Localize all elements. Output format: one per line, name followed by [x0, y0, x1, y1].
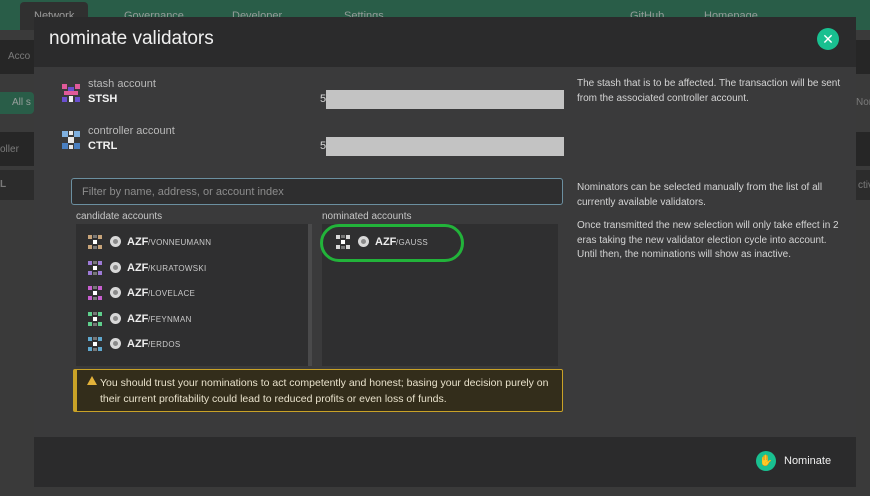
identity-icon [110, 287, 121, 298]
warning-icon [87, 376, 97, 385]
account-list-item[interactable]: AZF/ERDOS [88, 335, 288, 355]
nominators-help-text: Nominators can be selected manually from… [577, 182, 823, 208]
account-list-item[interactable]: AZF/KURATOWSKI [88, 259, 288, 279]
account-identicon [88, 235, 102, 249]
account-list-item[interactable]: AZF/FEYNMAN [88, 310, 288, 330]
candidate-list-scrollbar[interactable] [308, 224, 312, 366]
stash-address-field[interactable]: 5 [320, 90, 564, 109]
account-name-suffix: /VONNEUMANN [148, 238, 212, 247]
account-identicon [88, 311, 102, 326]
filter-input[interactable] [71, 178, 563, 205]
warning-text: You should trust your nominations to act… [100, 377, 549, 405]
account-name-suffix: /FEYNMAN [148, 314, 192, 324]
nominated-highlight-circle [320, 224, 464, 262]
stash-help-text: The stash that is to be affected. The tr… [577, 78, 841, 104]
nominate-button-label: Nominate [784, 455, 832, 467]
account-name-prefix: AZF [127, 338, 149, 350]
stash-address-redacted [326, 90, 564, 109]
controller-identicon [60, 129, 82, 151]
candidate-accounts-list[interactable]: AZF/VONNEUMANN AZF/KURATOWSKI AZF/LOVELACE… [76, 224, 312, 366]
account-name-suffix: /LOVELACE [148, 289, 196, 298]
account-list-item[interactable]: AZF/VONNEUMANN [88, 233, 288, 253]
modal-title: nominate validators [49, 28, 214, 49]
account-name-prefix: AZF [127, 236, 149, 248]
identity-icon [110, 261, 121, 273]
account-name-prefix: AZF [127, 287, 149, 299]
identity-icon [110, 338, 121, 349]
controller-account-label: controller account [88, 125, 175, 137]
stash-account-name: STSH [88, 93, 118, 105]
nomination-warning: You should trust your nominations to act… [73, 369, 563, 412]
identity-icon [110, 312, 121, 324]
account-identicon [88, 337, 102, 351]
modal-content: stash account STSH 5 controller account … [34, 67, 856, 437]
account-name-suffix: /ERDOS [148, 340, 181, 349]
controller-address-redacted [326, 137, 564, 156]
nominators-effect-text: Once transmitted the new selection will … [577, 220, 839, 260]
account-identicon [88, 286, 102, 300]
stash-identicon [60, 82, 82, 104]
controller-address-field[interactable]: 5 [320, 137, 564, 156]
stash-account-label: stash account [88, 78, 156, 90]
close-icon: ✕ [822, 31, 834, 47]
nominated-accounts-label: nominated accounts [322, 211, 412, 222]
identity-icon [110, 236, 121, 247]
account-name-prefix: AZF [127, 261, 149, 274]
hand-icon: ✋ [756, 451, 776, 471]
account-name-prefix: AZF [127, 312, 149, 325]
nominate-modal: nominate validators ✕ stash account STSH… [34, 17, 856, 487]
account-name-suffix: /KURATOWSKI [148, 263, 207, 273]
controller-account-name: CTRL [88, 140, 118, 152]
candidate-accounts-label: candidate accounts [76, 211, 163, 222]
account-identicon [88, 260, 102, 275]
account-list-item[interactable]: AZF/LOVELACE [88, 284, 288, 304]
close-button[interactable]: ✕ [817, 28, 839, 50]
